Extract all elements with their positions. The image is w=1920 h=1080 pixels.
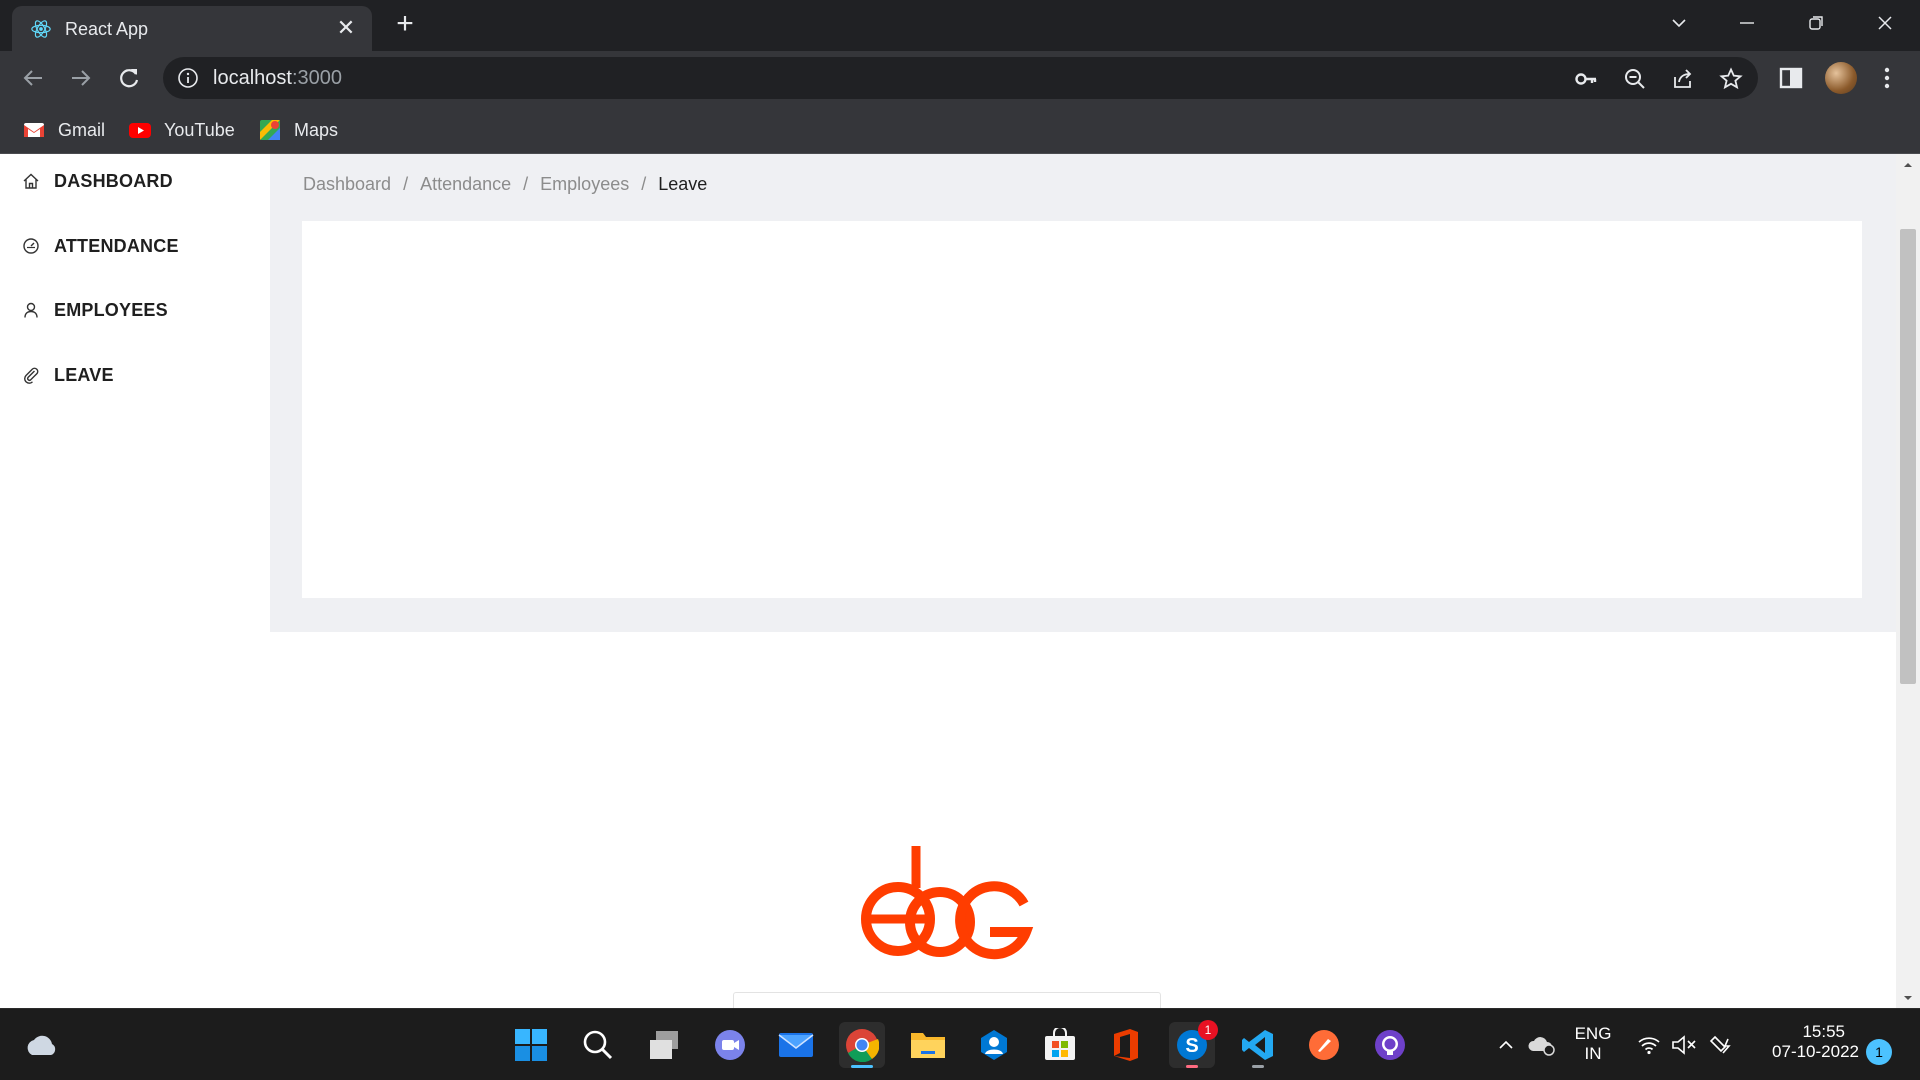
clock[interactable]: 15:55 07-10-2022	[1749, 1022, 1859, 1062]
task-view-icon	[650, 1031, 678, 1059]
bookmarks-bar: Gmail YouTube Maps	[0, 106, 1920, 154]
skype-badge: 1	[1198, 1020, 1218, 1040]
close-window-icon[interactable]	[1867, 8, 1903, 38]
bookmark-star-icon[interactable]	[1719, 67, 1743, 91]
address-bar[interactable]: localhost:3000	[163, 57, 1758, 99]
sidebar-item-employees[interactable]: EMPLOYEES	[22, 295, 168, 325]
taskbar-search[interactable]	[575, 1022, 621, 1068]
side-panel-icon[interactable]	[1777, 64, 1805, 92]
mail-icon	[778, 1033, 814, 1057]
zoom-out-icon[interactable]	[1623, 67, 1647, 91]
taskbar-postman[interactable]	[1301, 1022, 1347, 1068]
wifi-icon[interactable]	[1637, 1035, 1661, 1055]
onedrive-icon[interactable]	[1528, 1033, 1556, 1057]
content-area: Dashboard / Attendance / Employees / Lea…	[270, 154, 1896, 632]
tab-search-chevron-icon[interactable]	[1661, 8, 1697, 38]
tab-title: React App	[65, 19, 149, 39]
url-text: localhost:3000	[213, 67, 342, 89]
bookmark-maps[interactable]: Maps	[258, 116, 338, 144]
sidebar: DASHBOARD ATTENDANCE EMPLOYEES LEAVE	[0, 154, 270, 634]
breadcrumb-separator: /	[403, 174, 409, 194]
browser-tab-bar: React App ✕ +	[0, 0, 1920, 51]
breadcrumb: Dashboard / Attendance / Employees / Lea…	[303, 174, 707, 195]
page-scrollbar[interactable]	[1896, 154, 1920, 1009]
folder-icon	[911, 1033, 945, 1058]
taskbar-company-portal[interactable]	[971, 1022, 1017, 1068]
company-portal-icon	[981, 1030, 1007, 1060]
page-viewport: DASHBOARD ATTENDANCE EMPLOYEES LEAVE Das…	[0, 154, 1920, 1009]
close-tab-icon[interactable]: ✕	[334, 16, 358, 40]
company-logo	[861, 846, 1034, 960]
volume-muted-icon[interactable]	[1671, 1034, 1697, 1056]
task-view-button[interactable]	[641, 1022, 687, 1068]
office-icon	[1114, 1029, 1138, 1061]
paperclip-icon	[24, 367, 39, 384]
chevron-up-icon[interactable]	[1496, 1035, 1516, 1055]
back-arrow-icon[interactable]	[18, 63, 48, 93]
content-card	[302, 221, 1862, 598]
taskbar-vscode[interactable]	[1235, 1022, 1281, 1068]
taskbar-skype[interactable]: S 1	[1169, 1020, 1218, 1068]
weather-icon[interactable]	[24, 1029, 58, 1061]
scroll-up-arrow-icon[interactable]	[1901, 158, 1915, 172]
breadcrumb-employees[interactable]: Employees	[540, 174, 629, 195]
taskbar-github-desktop[interactable]	[1367, 1022, 1413, 1068]
maps-icon	[260, 120, 280, 140]
bookmark-youtube[interactable]: YouTube	[128, 116, 235, 144]
svg-text:S: S	[1185, 1035, 1198, 1057]
vscode-icon	[1242, 1030, 1273, 1060]
user-icon	[24, 302, 38, 318]
dashboard-gauge-icon	[23, 238, 39, 254]
taskbar-chrome[interactable]	[839, 1022, 885, 1068]
profile-avatar[interactable]	[1825, 62, 1857, 94]
taskbar-mail[interactable]	[773, 1022, 819, 1068]
language-indicator[interactable]: ENG IN	[1572, 1024, 1614, 1064]
battery-charging-icon[interactable]	[1709, 1033, 1735, 1057]
taskbar-file-explorer[interactable]	[905, 1022, 951, 1068]
scroll-thumb[interactable]	[1900, 229, 1916, 684]
windows-taskbar: S 1 ENG IN 15:55 07-10-2022 1	[0, 1008, 1920, 1080]
browser-toolbar: localhost:3000	[0, 51, 1920, 106]
teams-chat-icon	[715, 1030, 745, 1060]
store-icon	[1045, 1028, 1075, 1060]
breadcrumb-separator: /	[523, 174, 529, 194]
key-icon[interactable]	[1574, 67, 1598, 91]
restore-icon[interactable]	[1798, 8, 1834, 38]
taskbar-office[interactable]	[1103, 1022, 1149, 1068]
taskbar-teams-chat[interactable]	[707, 1022, 753, 1068]
gmail-icon	[24, 123, 44, 137]
youtube-icon	[129, 123, 151, 138]
more-menu-icon[interactable]	[1873, 64, 1901, 92]
running-indicator	[1186, 1065, 1198, 1068]
github-desktop-icon	[1375, 1030, 1405, 1060]
start-button[interactable]	[508, 1022, 554, 1068]
site-info-icon[interactable]	[177, 67, 199, 89]
share-icon[interactable]	[1671, 67, 1695, 91]
breadcrumb-current: Leave	[658, 174, 708, 194]
login-card-top	[733, 992, 1161, 1009]
new-tab-button[interactable]: +	[390, 9, 420, 40]
running-indicator	[1252, 1065, 1264, 1068]
browser-tab[interactable]: React App ✕	[12, 6, 372, 51]
sidebar-item-leave[interactable]: LEAVE	[22, 360, 114, 390]
breadcrumb-separator: /	[641, 174, 647, 194]
taskbar-store[interactable]	[1037, 1022, 1083, 1068]
sidebar-item-attendance[interactable]: ATTENDANCE	[22, 231, 179, 261]
active-indicator	[851, 1065, 873, 1068]
breadcrumb-dashboard[interactable]: Dashboard	[303, 174, 391, 195]
minimize-icon[interactable]	[1729, 8, 1765, 38]
chrome-icon	[846, 1029, 879, 1062]
home-icon	[23, 173, 39, 189]
windows-logo-icon	[515, 1029, 547, 1061]
search-icon	[583, 1030, 613, 1060]
postman-icon	[1309, 1030, 1339, 1060]
scroll-down-arrow-icon[interactable]	[1901, 991, 1915, 1005]
react-icon	[31, 20, 51, 38]
notification-badge[interactable]: 1	[1866, 1039, 1892, 1065]
reload-icon[interactable]	[114, 63, 144, 93]
bookmark-gmail[interactable]: Gmail	[22, 116, 105, 144]
sidebar-item-dashboard[interactable]: DASHBOARD	[22, 166, 173, 196]
breadcrumb-attendance[interactable]: Attendance	[420, 174, 511, 195]
forward-arrow-icon[interactable]	[66, 63, 96, 93]
